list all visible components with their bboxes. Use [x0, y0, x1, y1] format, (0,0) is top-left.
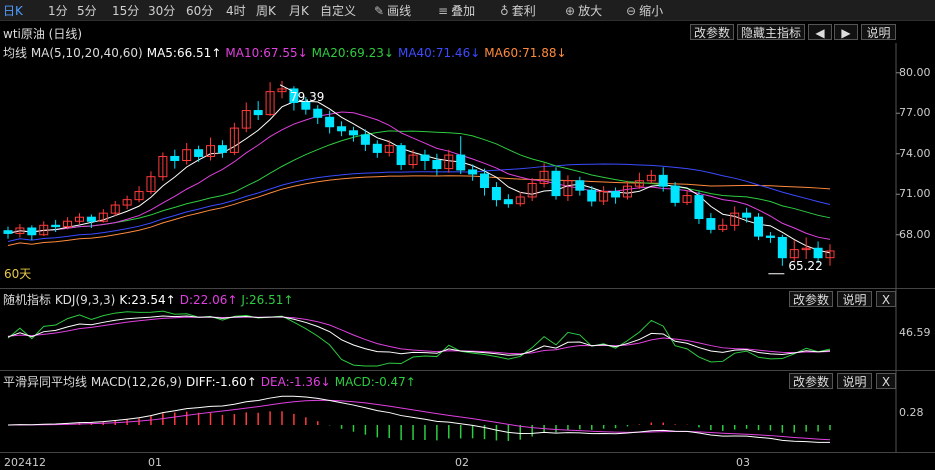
low-price-label: 65.22 — [788, 259, 822, 273]
candle-body — [742, 212, 752, 218]
candle-body — [670, 185, 680, 203]
candle-body — [360, 134, 370, 145]
candle-body — [325, 116, 335, 128]
candle-body — [217, 145, 227, 153]
candle-body — [372, 143, 382, 153]
candle-body — [3, 230, 13, 234]
candle-body — [551, 170, 561, 197]
candle-body — [396, 145, 406, 166]
candle-body — [27, 227, 37, 236]
kline-chart: 79.39 65.22 60天 — [3, 43, 900, 452]
candle-body — [420, 154, 430, 162]
candle-body — [658, 174, 668, 187]
candle-body — [777, 236, 787, 259]
candle-body — [170, 155, 180, 161]
candle-body — [754, 216, 764, 237]
candle-body — [765, 235, 775, 238]
high-price-label: 79.39 — [290, 90, 324, 104]
candle-body — [813, 247, 823, 259]
candle-body — [694, 195, 704, 220]
kdj-d-line — [7, 316, 831, 355]
candle-body — [456, 154, 466, 171]
candle-body — [194, 149, 204, 157]
candle-body — [348, 130, 358, 136]
macd-diff-line — [7, 395, 831, 443]
kdj-j-line — [7, 310, 831, 367]
ma60-line — [7, 175, 831, 247]
candle-body — [480, 173, 490, 188]
candle-body — [51, 224, 61, 228]
candle-body — [432, 160, 442, 170]
candle-body — [706, 218, 716, 230]
candle-body — [587, 189, 597, 202]
candle-body — [503, 199, 513, 205]
candle-body — [313, 108, 323, 118]
candle-body — [468, 169, 478, 175]
candle-body — [575, 180, 585, 191]
candle-body — [491, 187, 501, 201]
ma5-line — [7, 100, 831, 254]
candle-body — [253, 110, 263, 116]
candle-body — [611, 191, 621, 198]
candle-body — [337, 126, 347, 132]
candle-body — [86, 216, 96, 222]
period-label: 60天 — [4, 267, 31, 281]
